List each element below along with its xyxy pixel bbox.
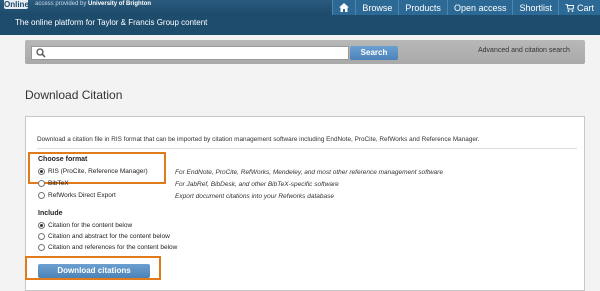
search-button[interactable]: Search	[350, 46, 398, 60]
access-org: University of Brighton	[88, 1, 152, 7]
nav-open-access-label: Open access	[453, 2, 507, 13]
include-option-references[interactable]: Citation and references for the content …	[38, 244, 177, 251]
home-icon	[339, 3, 350, 12]
nav-shortlist-label: Shortlist	[519, 2, 552, 13]
format-option-refworks[interactable]: RefWorks Direct Export	[38, 192, 116, 199]
nav-shortlist[interactable]: Shortlist	[512, 0, 558, 15]
format-help-bibtex: For JabRef, BibDesk, and other BibTeX-sp…	[175, 181, 339, 188]
format-help-ris: For EndNote, ProCite, RefWorks, Mendeley…	[175, 169, 443, 176]
radio-bibtex[interactable]	[38, 180, 45, 187]
include-option-abstract-label: Citation and abstract for the content be…	[48, 233, 170, 240]
nav-home-button[interactable]	[332, 0, 356, 15]
include-option-citation[interactable]: Citation for the content below	[38, 222, 132, 229]
nav-cart[interactable]: Cart	[557, 0, 600, 15]
cart-icon	[564, 3, 574, 12]
format-option-refworks-label: RefWorks Direct Export	[48, 192, 116, 199]
format-option-bibtex[interactable]: BibTeX	[38, 180, 69, 187]
radio-ris[interactable]	[38, 168, 45, 175]
advanced-search-link[interactable]: Advanced and citation search	[478, 47, 570, 54]
include-option-abstract[interactable]: Citation and abstract for the content be…	[38, 233, 170, 240]
format-option-ris[interactable]: RIS (ProCite, Reference Manager)	[38, 168, 148, 175]
main-nav: Browse Products Open access Shortlist Ca…	[332, 0, 600, 15]
nav-cart-label: Cart	[576, 2, 594, 13]
format-option-ris-label: RIS (ProCite, Reference Manager)	[48, 168, 148, 175]
access-info: access provided by University of Brighto…	[35, 1, 151, 7]
tagline: The online platform for Taylor & Francis…	[15, 18, 208, 27]
search-input[interactable]	[31, 46, 349, 60]
format-help-refworks: Export document citations into your Refw…	[175, 193, 334, 200]
format-option-bibtex-label: BibTeX	[48, 180, 69, 187]
radio-include-references[interactable]	[38, 244, 45, 251]
nav-products-label: Products	[405, 2, 441, 13]
include-label: Include	[38, 210, 63, 217]
include-option-citation-label: Citation for the content below	[48, 222, 133, 229]
nav-browse[interactable]: Browse	[355, 0, 399, 15]
choose-format-label: Choose format	[38, 156, 88, 163]
citation-description: Download a citation file in RIS format t…	[37, 136, 480, 143]
radio-refworks[interactable]	[38, 192, 45, 199]
nav-products[interactable]: Products	[398, 0, 447, 15]
divider	[37, 148, 577, 149]
nav-browse-label: Browse	[362, 2, 393, 13]
download-citations-button[interactable]: Download citations	[38, 264, 150, 278]
nav-open-access[interactable]: Open access	[446, 0, 513, 15]
include-option-references-label: Citation and references for the content …	[48, 244, 178, 251]
page-title: Download Citation	[25, 88, 123, 102]
access-prefix: access provided by	[35, 1, 87, 7]
radio-include-citation[interactable]	[38, 222, 45, 229]
radio-include-abstract[interactable]	[38, 233, 45, 240]
site-logo[interactable]: Online	[4, 0, 29, 9]
search-icon	[36, 48, 46, 58]
